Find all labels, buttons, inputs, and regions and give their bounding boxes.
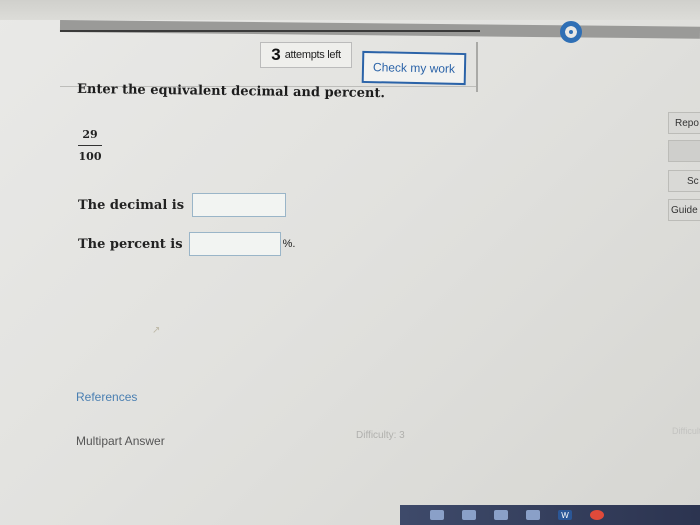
multipart-answer-label: Multipart Answer <box>76 434 165 448</box>
chrome-icon[interactable] <box>590 510 604 520</box>
sidebar-button-blank[interactable] <box>668 140 700 162</box>
panel-divider-right <box>476 42 478 92</box>
taskbar-app-icon[interactable] <box>494 510 508 520</box>
browser-top-strip <box>0 0 700 20</box>
report-button[interactable]: Repo <box>668 112 700 134</box>
attempts-indicator: 3 attempts left <box>260 42 352 68</box>
fraction-bar <box>78 145 102 146</box>
check-my-work-button[interactable]: Check my work <box>361 50 467 86</box>
taskbar-app-icon[interactable] <box>430 510 444 520</box>
fraction: 29 100 <box>78 128 102 163</box>
question-prompt: Enter the equivalent decimal and percent… <box>76 81 386 102</box>
guide-button[interactable]: Guide <box>668 199 700 221</box>
taskbar-app-icon[interactable] <box>462 510 476 520</box>
percent-row: The percent is %. <box>78 232 295 256</box>
fraction-numerator: 29 <box>82 128 98 141</box>
difficulty-label: Difficulty: 3 <box>356 430 405 441</box>
attempts-count: 3 <box>271 45 281 64</box>
word-icon[interactable]: W <box>558 510 572 520</box>
fraction-denominator: 100 <box>78 150 102 163</box>
decimal-label: The decimal is <box>78 197 185 213</box>
progress-circle-icon[interactable] <box>560 21 582 43</box>
percent-suffix: %. <box>282 238 296 250</box>
mouse-cursor-icon: ↗ <box>152 325 161 336</box>
attempts-label: attempts left <box>284 49 341 61</box>
references-link[interactable]: References <box>76 390 137 404</box>
percent-label: The percent is <box>78 236 183 252</box>
side-difficulty-label: Difficult <box>672 426 700 436</box>
decimal-row: The decimal is <box>78 193 287 217</box>
taskbar-app-icon[interactable] <box>526 510 540 520</box>
percent-input[interactable] <box>188 232 281 256</box>
sc-button[interactable]: Sc <box>668 170 700 192</box>
os-taskbar: W <box>400 505 700 525</box>
decimal-input[interactable] <box>192 193 287 217</box>
header-divider <box>60 30 480 32</box>
